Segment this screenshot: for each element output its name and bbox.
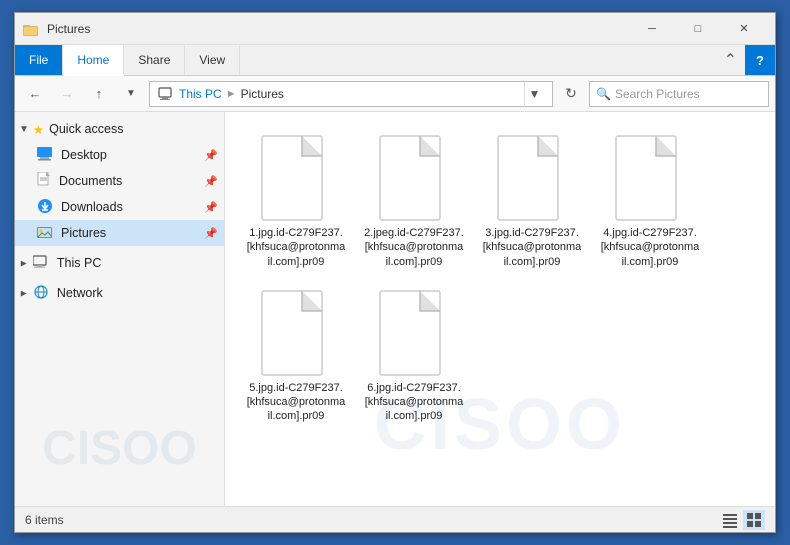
minimize-button[interactable]: ─ [629, 13, 675, 45]
quick-access-chevron: ▼ [19, 124, 29, 135]
recent-locations-button[interactable]: ▼ [117, 80, 145, 108]
file-icon [378, 134, 450, 222]
network-label: Network [57, 286, 103, 300]
item-count: 6 items [25, 513, 64, 527]
ribbon-collapse-button[interactable]: ⌃ [716, 45, 745, 75]
up-button[interactable]: ↑ [85, 80, 113, 108]
sidebar-item-network[interactable]: ▼ Network [15, 280, 224, 306]
file-item[interactable]: 5.jpg.id-C279F237.[khfsuca@protonmail.co… [241, 283, 351, 430]
file-icon [260, 134, 332, 222]
window-icon [23, 21, 39, 37]
documents-pin-icon: 📌 [204, 175, 218, 188]
file-name: 6.jpg.id-C279F237.[khfsuca@protonmail.co… [364, 381, 464, 424]
network-chevron: ▼ [18, 288, 29, 298]
files-grid: 1.jpg.id-C279F237.[khfsuca@protonmail.co… [233, 120, 767, 438]
tab-share[interactable]: Share [124, 45, 185, 75]
pictures-icon [37, 225, 56, 242]
explorer-window: Pictures ─ □ ✕ File Home Share View ⌃ ? … [14, 12, 776, 533]
pictures-label: Pictures [61, 226, 106, 240]
tab-file[interactable]: File [15, 45, 63, 75]
downloads-label: Downloads [61, 200, 123, 214]
breadcrumb-this-pc[interactable]: This PC [179, 87, 222, 101]
sidebar-item-this-pc[interactable]: ▼ This PC [15, 250, 224, 276]
grid-view-button[interactable] [743, 510, 765, 530]
quick-access-star-icon: ★ [33, 122, 44, 137]
file-icon [614, 134, 686, 222]
file-name: 4.jpg.id-C279F237.[khfsuca@protonmail.co… [600, 226, 700, 269]
sidebar-item-quick-access[interactable]: ▼ ★ Quick access [15, 116, 224, 142]
this-pc-label: This PC [57, 256, 101, 270]
downloads-pin-icon: 📌 [204, 201, 218, 214]
documents-icon [37, 172, 54, 191]
file-icon [260, 289, 332, 377]
sidebar-item-desktop[interactable]: Desktop 📌 [15, 142, 224, 168]
breadcrumb-separator: ► [226, 88, 237, 100]
list-view-button[interactable] [719, 510, 741, 530]
file-name: 5.jpg.id-C279F237.[khfsuca@protonmail.co… [246, 381, 346, 424]
forward-button[interactable]: → [53, 80, 81, 108]
downloads-icon [37, 198, 56, 217]
this-pc-icon [33, 255, 52, 272]
breadcrumb-pictures[interactable]: Pictures [241, 87, 284, 101]
window-controls: ─ □ ✕ [629, 13, 767, 45]
search-box[interactable]: 🔍 Search Pictures [589, 81, 769, 107]
file-item[interactable]: 6.jpg.id-C279F237.[khfsuca@protonmail.co… [359, 283, 469, 430]
sidebar-item-downloads[interactable]: Downloads 📌 [15, 194, 224, 220]
pictures-pin-icon: 📌 [204, 227, 218, 240]
desktop-label: Desktop [61, 148, 107, 162]
quick-access-label: Quick access [49, 122, 123, 136]
sidebar: ▼ ★ Quick access Desktop 📌 [15, 112, 225, 506]
search-input[interactable]: Search Pictures [615, 87, 762, 101]
ribbon-tabs: File Home Share View ⌃ ? [15, 45, 775, 75]
tab-home[interactable]: Home [63, 45, 124, 76]
file-icon [378, 289, 450, 377]
documents-label: Documents [59, 174, 122, 188]
file-item[interactable]: 4.jpg.id-C279F237.[khfsuca@protonmail.co… [595, 128, 705, 275]
sidebar-item-documents[interactable]: Documents 📌 [15, 168, 224, 194]
tab-view[interactable]: View [185, 45, 240, 75]
sidebar-watermark: CISOO [25, 421, 214, 476]
search-icon: 🔍 [596, 87, 611, 101]
help-button[interactable]: ? [745, 45, 775, 75]
file-icon [496, 134, 568, 222]
status-bar: 6 items [15, 506, 775, 532]
maximize-button[interactable]: □ [675, 13, 721, 45]
file-item[interactable]: 3.jpg.id-C279F237.[khfsuca@protonmail.co… [477, 128, 587, 275]
address-dropdown-button[interactable]: ▼ [524, 81, 544, 107]
network-icon [33, 285, 52, 302]
sidebar-item-pictures[interactable]: Pictures 📌 [15, 220, 224, 246]
file-area: CISOO 1.jpg.id-C279F237.[khfsuca@protonm… [225, 112, 775, 506]
file-name: 1.jpg.id-C279F237.[khfsuca@protonmail.co… [246, 226, 346, 269]
address-bar: ← → ↑ ▼ This PC ► Pictures ▼ ↻ 🔍 Search … [15, 76, 775, 112]
file-name: 2.jpeg.id-C279F237.[khfsuca@protonmail.c… [364, 226, 464, 269]
window-title: Pictures [43, 22, 629, 36]
ribbon: File Home Share View ⌃ ? [15, 45, 775, 76]
file-name: 3.jpg.id-C279F237.[khfsuca@protonmail.co… [482, 226, 582, 269]
main-area: ▼ ★ Quick access Desktop 📌 [15, 112, 775, 506]
view-toggle [719, 510, 765, 530]
desktop-icon [37, 147, 56, 164]
file-item[interactable]: 1.jpg.id-C279F237.[khfsuca@protonmail.co… [241, 128, 351, 275]
desktop-pin-icon: 📌 [204, 149, 218, 162]
refresh-button[interactable]: ↻ [557, 81, 585, 107]
this-pc-chevron: ▼ [18, 258, 29, 268]
address-box[interactable]: This PC ► Pictures ▼ [149, 81, 553, 107]
breadcrumb: This PC ► Pictures [158, 87, 284, 101]
back-button[interactable]: ← [21, 80, 49, 108]
title-bar: Pictures ─ □ ✕ [15, 13, 775, 45]
close-button[interactable]: ✕ [721, 13, 767, 45]
file-item[interactable]: 2.jpeg.id-C279F237.[khfsuca@protonmail.c… [359, 128, 469, 275]
